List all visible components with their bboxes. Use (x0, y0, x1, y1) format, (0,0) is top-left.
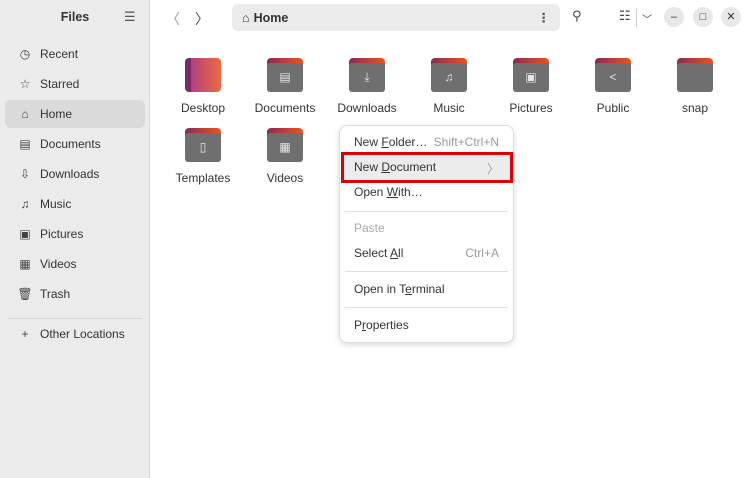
sidebar-item-label: Trash (40, 287, 71, 301)
menu-divider (345, 211, 508, 212)
folder-icon: ▤ (267, 58, 303, 92)
list-view-icon[interactable]: ☷ (619, 8, 631, 24)
sidebar-item-label: Music (40, 197, 72, 211)
file-label: snap (681, 101, 709, 115)
menu-item-label: New Folder… (354, 135, 428, 149)
menu-item-new-document[interactable]: New Document 〉 (354, 160, 499, 177)
menu-item-select-all[interactable]: Select All Ctrl+A (354, 246, 499, 260)
menu-item-open-with[interactable]: Open With… (354, 185, 499, 199)
minimize-button[interactable]: – (664, 7, 684, 27)
file-label: Downloads (337, 101, 397, 115)
search-icon[interactable]: ⚲ (572, 8, 582, 24)
menu-item-new-folder[interactable]: New Folder… Shift+Ctrl+N (354, 135, 499, 149)
path-menu-icon[interactable]: ⋮ (538, 10, 551, 25)
menu-item-label: Select All (354, 246, 404, 260)
file-item-videos[interactable]: ▦ Videos (244, 128, 326, 185)
path-bar[interactable]: ⌂ Home ⋮ (232, 4, 560, 31)
sidebar-item-label: Pictures (40, 227, 84, 241)
menu-item-open-in-terminal[interactable]: Open in Terminal (354, 282, 499, 296)
downloads-icon: ⇩ (19, 167, 31, 181)
file-item-public[interactable]: < Public (572, 58, 654, 115)
sidebar-item-trash[interactable]: 🗑 Trash (5, 280, 145, 308)
home-icon: ⌂ (242, 10, 250, 25)
trash-icon: 🗑 (17, 287, 33, 301)
folder-icon: ▦ (267, 128, 303, 162)
home-icon: ⌂ (21, 107, 29, 121)
file-item-desktop[interactable]: Desktop (162, 58, 244, 115)
file-item-documents[interactable]: ▤ Documents (244, 58, 326, 115)
toolbar-divider (636, 9, 637, 27)
menu-item-label: Open With… (354, 185, 423, 199)
desktop-folder-icon (185, 58, 221, 92)
menu-shortcut: Ctrl+A (465, 246, 499, 260)
sidebar-item-home[interactable]: ⌂ Home (5, 100, 145, 128)
folder-icon (677, 58, 713, 92)
pictures-icon: ▣ (19, 227, 31, 241)
file-item-pictures[interactable]: ▣ Pictures (490, 58, 572, 115)
menu-item-properties[interactable]: Properties (354, 318, 499, 332)
hamburger-menu-icon[interactable]: ☰ (124, 9, 136, 25)
folder-icon: ▯ (185, 128, 221, 162)
sidebar: Files ☰ ◷ Recent ☆ Starred ⌂ Home ▤ Documents ⇩ D… (0, 0, 150, 478)
menu-item-label: New Document (354, 160, 437, 174)
file-label: Pictures (509, 101, 553, 115)
menu-divider (345, 307, 508, 308)
menu-divider (345, 271, 508, 272)
menu-item-paste[interactable]: Paste (354, 221, 499, 235)
sidebar-item-pictures[interactable]: ▣ Pictures (5, 220, 145, 248)
file-label: Desktop (180, 101, 226, 115)
file-item-downloads[interactable]: ⤓ Downloads (326, 58, 408, 115)
menu-item-label: Properties (354, 318, 409, 332)
file-label: Public (596, 101, 630, 115)
file-label: Videos (266, 171, 304, 185)
sidebar-divider (8, 318, 142, 319)
folder-icon: ▣ (513, 58, 549, 92)
starred-icon: ☆ (19, 77, 31, 91)
close-button[interactable]: ✕ (721, 7, 741, 27)
sidebar-item-label: Starred (40, 77, 80, 91)
menu-shortcut: Shift+Ctrl+N (433, 135, 499, 149)
chevron-right-icon: 〉 (486, 162, 499, 176)
recent-icon: ◷ (19, 47, 31, 61)
music-icon: ♫ (20, 197, 30, 211)
sidebar-item-recent[interactable]: ◷ Recent (5, 40, 145, 68)
plus-icon: + (21, 327, 29, 341)
file-label: Templates (175, 171, 231, 185)
forward-button[interactable]: 〉 (195, 9, 209, 29)
folder-icon: ♫ (431, 58, 467, 92)
maximize-button[interactable]: □ (693, 7, 713, 27)
file-item-snap[interactable]: snap (654, 58, 736, 115)
sidebar-item-other-locations[interactable]: + Other Locations (5, 320, 145, 348)
sidebar-item-label: Videos (40, 257, 77, 271)
view-options-chevron-down-icon[interactable]: ﹀ (642, 11, 652, 26)
folder-icon: ⤓ (349, 58, 385, 92)
sidebar-item-downloads[interactable]: ⇩ Downloads (5, 160, 145, 188)
sidebar-item-starred[interactable]: ☆ Starred (5, 70, 145, 98)
context-menu: New Folder… Shift+Ctrl+N New Document 〉 Open… (339, 125, 514, 343)
sidebar-item-documents[interactable]: ▤ Documents (5, 130, 145, 158)
sidebar-item-videos[interactable]: ▦ Videos (5, 250, 145, 278)
back-button[interactable]: 〈 (166, 9, 180, 29)
file-label: Documents (254, 101, 316, 115)
menu-item-label: Open in Terminal (354, 282, 445, 296)
file-item-templates[interactable]: ▯ Templates (162, 128, 244, 185)
path-segment-home[interactable]: Home (254, 11, 289, 25)
file-item-music[interactable]: ♫ Music (408, 58, 490, 115)
folder-icon: < (595, 58, 631, 92)
sidebar-item-label: Recent (40, 47, 79, 61)
sidebar-item-label: Documents (40, 137, 101, 151)
sidebar-item-label: Other Locations (40, 327, 125, 341)
sidebar-item-music[interactable]: ♫ Music (5, 190, 145, 218)
file-label: Music (433, 101, 465, 115)
videos-icon: ▦ (19, 257, 31, 271)
documents-icon: ▤ (19, 137, 31, 151)
menu-item-label: Paste (354, 221, 385, 235)
sidebar-item-label: Downloads (40, 167, 100, 181)
sidebar-item-label: Home (40, 107, 73, 121)
